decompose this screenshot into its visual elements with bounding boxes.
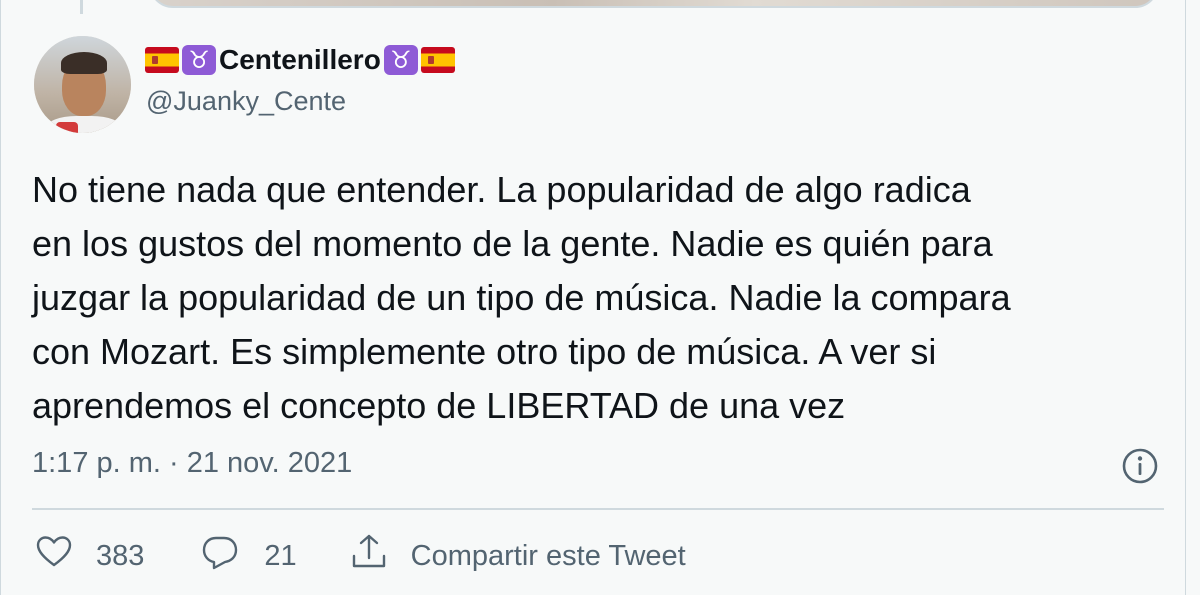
tweet-actions: 383 21 Compartir este Tweet <box>34 533 686 579</box>
tweet-text-line: No tiene nada que entender. La popularid… <box>32 169 971 210</box>
spain-flag-icon <box>420 47 455 73</box>
tweet-timestamp[interactable]: 1:17 p. m. · 21 nov. 2021 <box>32 447 352 480</box>
thread-connector-line <box>80 0 83 14</box>
reply-count: 21 <box>264 539 297 572</box>
like-button[interactable]: 383 <box>34 532 144 580</box>
heart-icon <box>34 532 74 580</box>
share-button[interactable]: Compartir este Tweet <box>349 532 686 580</box>
author-display-name[interactable]: Centenillero <box>219 44 381 76</box>
divider <box>32 508 1164 510</box>
tweet-text: No tiene nada que entender. La popularid… <box>32 163 1172 433</box>
spain-flag-icon <box>145 47 179 73</box>
share-label: Compartir este Tweet <box>410 539 686 572</box>
tweet-card: ♉ Centenillero ♉ @Juanky_Cente No tiene … <box>0 0 1186 595</box>
share-icon <box>349 532 389 580</box>
reply-button[interactable]: 21 <box>200 532 297 580</box>
tweet-text-line: en los gustos del momento de la gente. N… <box>32 223 993 264</box>
tweet-text-line: aprendemos el concepto de LIBERTAD de un… <box>32 385 846 426</box>
author-name-row[interactable]: ♉ Centenillero ♉ <box>145 42 455 78</box>
previous-tweet-media[interactable] <box>149 0 1159 8</box>
like-count: 383 <box>96 539 145 572</box>
taurus-sign-icon: ♉ <box>182 45 216 75</box>
info-icon[interactable] <box>1120 446 1160 486</box>
author-handle[interactable]: @Juanky_Cente <box>146 86 346 117</box>
tweet-text-line: con Mozart. Es simplemente otro tipo de … <box>32 331 937 372</box>
reply-icon <box>200 532 240 580</box>
avatar[interactable] <box>34 36 131 133</box>
tweet-text-line: juzgar la popularidad de un tipo de músi… <box>32 277 1011 318</box>
taurus-sign-icon: ♉ <box>383 45 418 75</box>
